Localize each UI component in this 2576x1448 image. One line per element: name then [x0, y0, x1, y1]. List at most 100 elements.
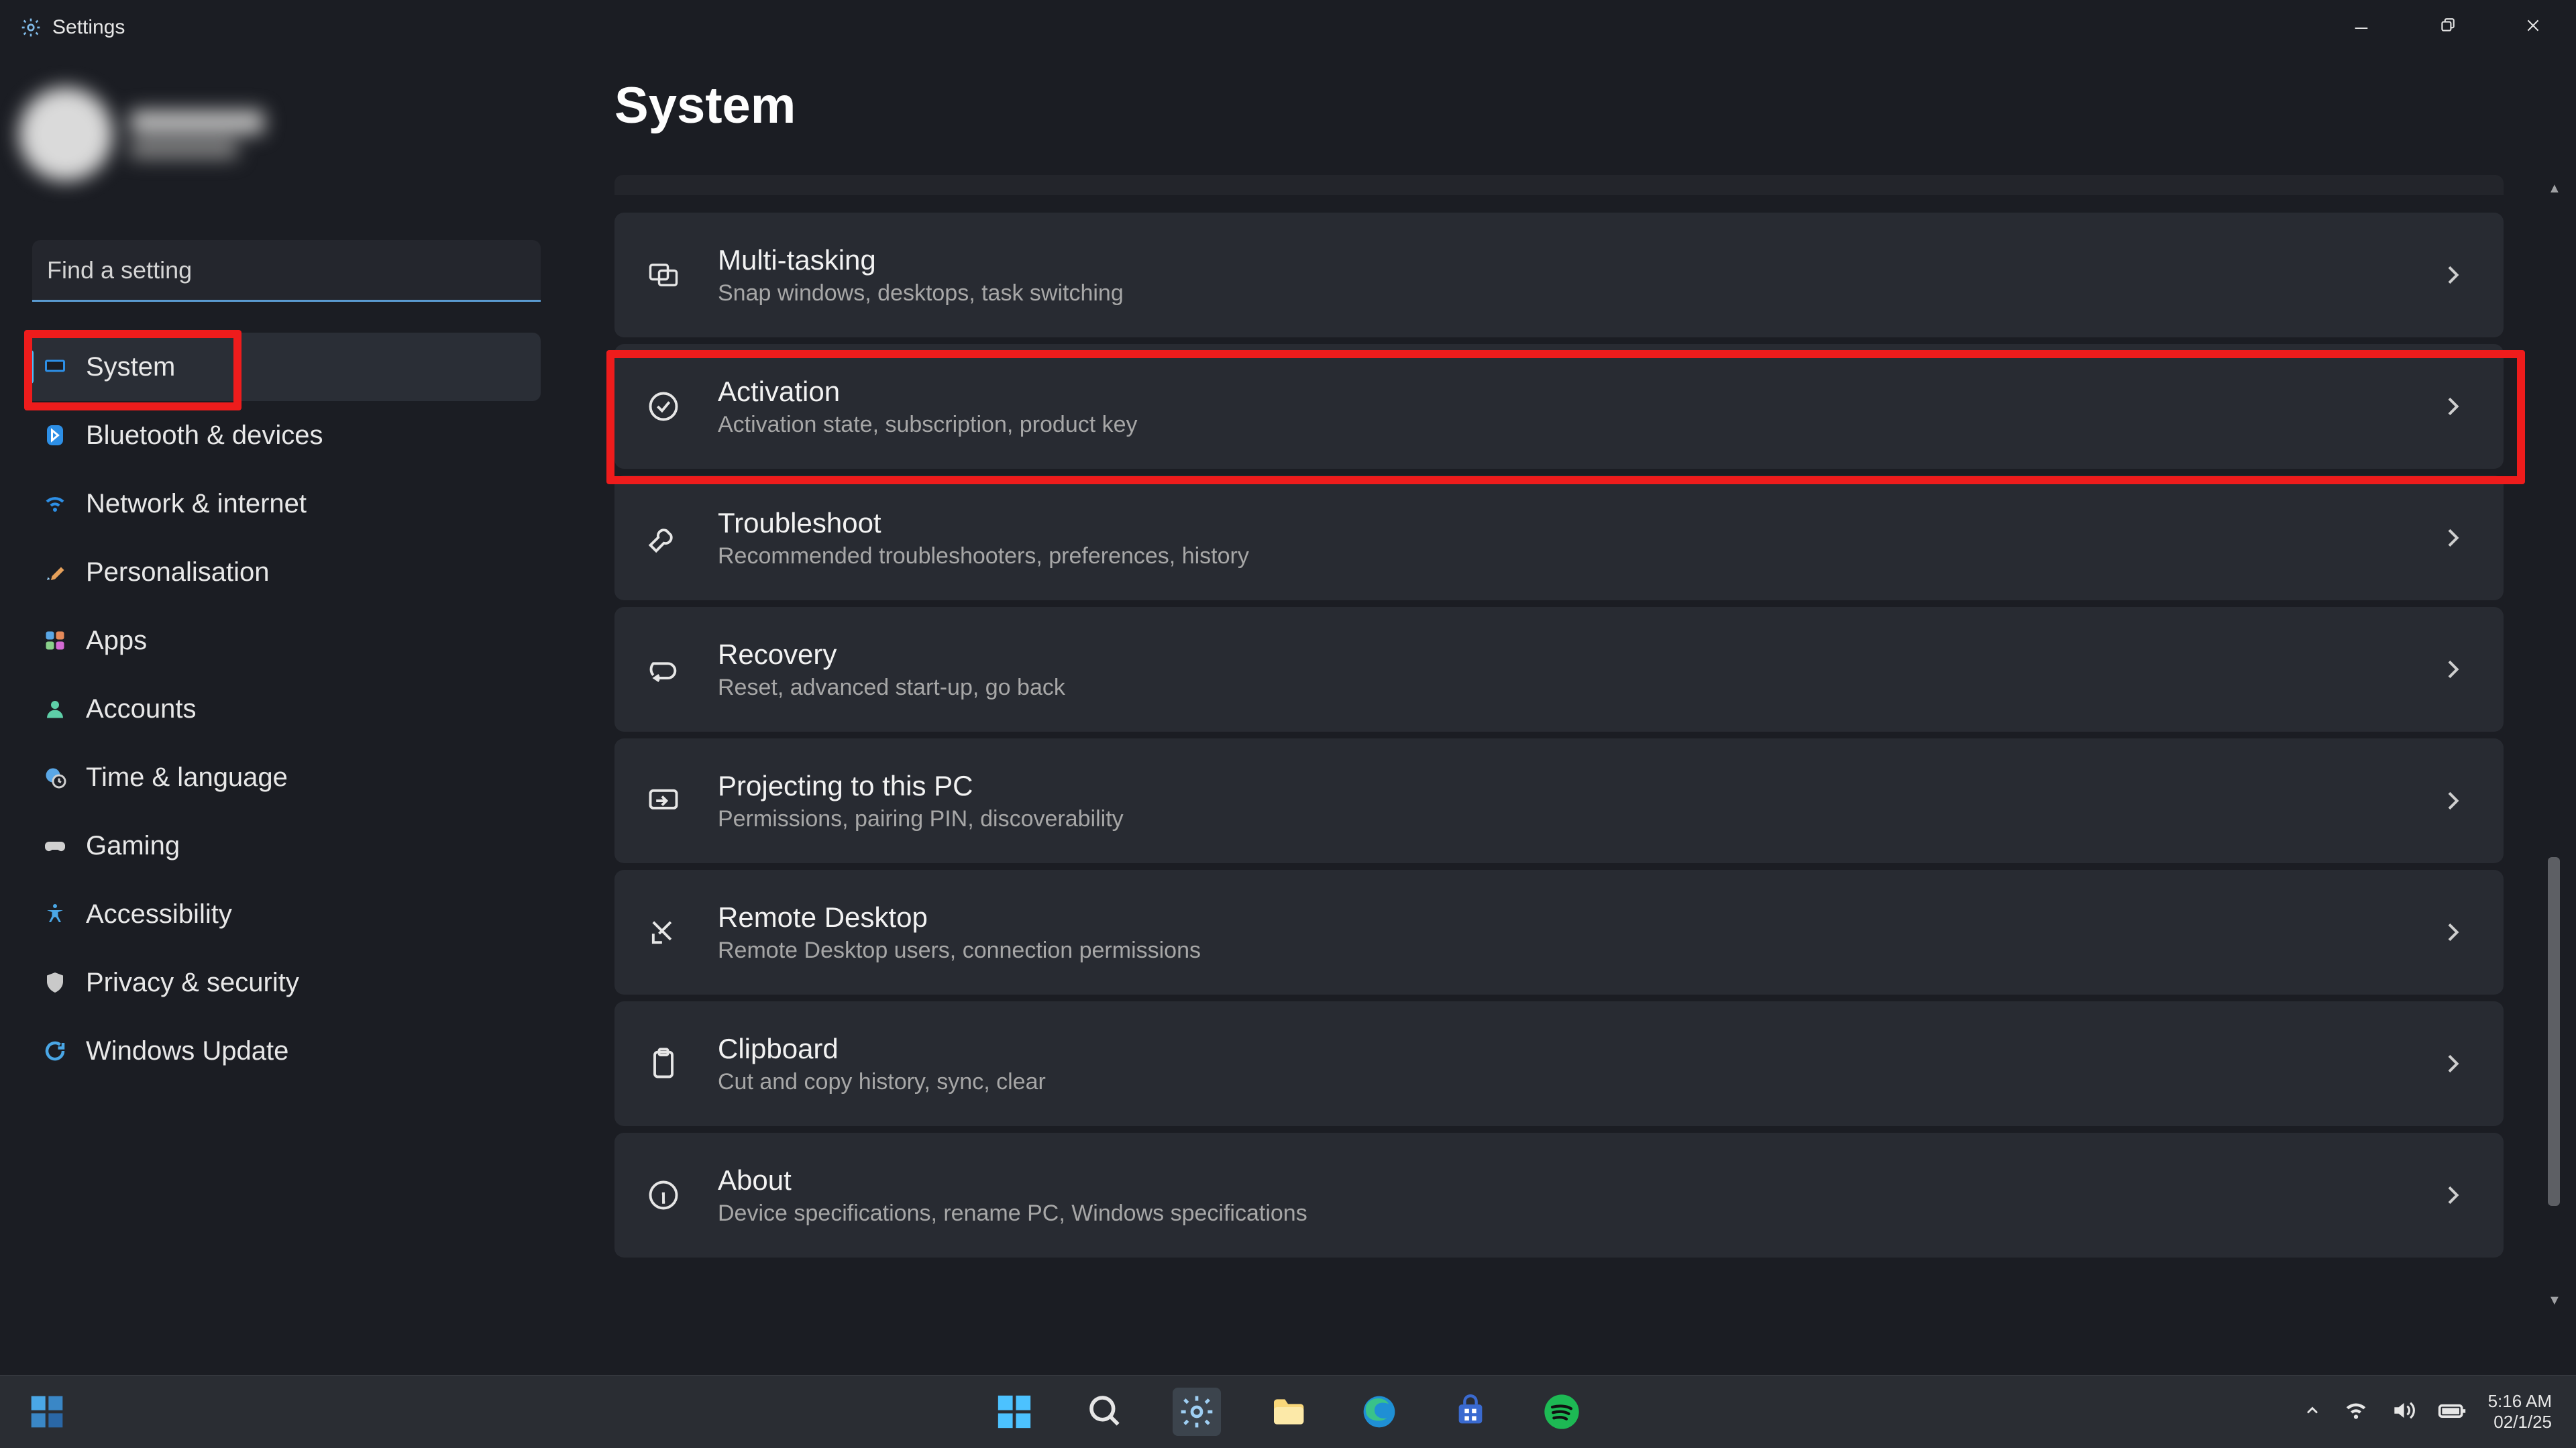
row-subtitle: Recommended troubleshooters, preferences… [718, 543, 2403, 569]
remote-desktop-icon [645, 914, 682, 950]
settings-app-icon [20, 17, 42, 38]
row-text: Recovery Reset, advanced start-up, go ba… [718, 638, 2403, 701]
wifi-icon [43, 492, 67, 516]
row-title: Recovery [718, 638, 2403, 671]
sidebar-item-windows-update[interactable]: Windows Update [25, 1017, 541, 1085]
row-text: Multi-tasking Snap windows, desktops, ta… [718, 244, 2403, 307]
sidebar-item-label: Bluetooth & devices [86, 421, 323, 451]
user-account-block[interactable] [19, 74, 368, 194]
spotify-icon[interactable] [1538, 1388, 1586, 1436]
sidebar-item-apps[interactable]: Apps [25, 606, 541, 675]
file-explorer-icon[interactable] [1264, 1388, 1312, 1436]
minimize-icon: ─ [2355, 17, 2367, 38]
title-left: Settings [0, 16, 125, 39]
check-circle-icon [645, 388, 682, 425]
shield-icon [43, 970, 67, 995]
user-text [130, 110, 264, 158]
project-icon [645, 783, 682, 819]
settings-row-troubleshoot[interactable]: Troubleshoot Recommended troubleshooters… [614, 476, 2504, 600]
sidebar-item-privacy[interactable]: Privacy & security [25, 948, 541, 1017]
close-button[interactable] [2490, 0, 2576, 55]
edge-browser-icon[interactable] [1355, 1388, 1403, 1436]
accessibility-icon [43, 902, 67, 926]
sidebar-item-system[interactable]: System [25, 333, 541, 401]
chevron-right-icon [2439, 393, 2466, 420]
settings-list: Multi-tasking Snap windows, desktops, ta… [614, 213, 2504, 1258]
sidebar-item-label: System [86, 352, 175, 382]
scroll-down-icon[interactable]: ▼ [2548, 1293, 2560, 1308]
clipboard-icon [645, 1046, 682, 1082]
row-text: Clipboard Cut and copy history, sync, cl… [718, 1033, 2403, 1095]
sidebar-item-personalisation[interactable]: Personalisation [25, 538, 541, 606]
settings-row-clipboard[interactable]: Clipboard Cut and copy history, sync, cl… [614, 1001, 2504, 1126]
row-text: Remote Desktop Remote Desktop users, con… [718, 901, 2403, 964]
sidebar-item-network[interactable]: Network & internet [25, 469, 541, 538]
search-box[interactable] [32, 240, 541, 302]
system-tray: 5:16 AM 02/1/25 [2303, 1391, 2576, 1433]
sidebar-item-label: Accounts [86, 694, 197, 724]
chevron-right-icon [2439, 1050, 2466, 1077]
row-subtitle: Reset, advanced start-up, go back [718, 675, 2403, 701]
row-subtitle: Cut and copy history, sync, clear [718, 1069, 2403, 1095]
sidebar-item-gaming[interactable]: Gaming [25, 812, 541, 880]
row-subtitle: Device specifications, rename PC, Window… [718, 1201, 2403, 1227]
scrollbar[interactable]: ▲ ▼ [2548, 181, 2560, 1308]
chevron-right-icon [2439, 787, 2466, 814]
windows-start-icon[interactable] [990, 1388, 1038, 1436]
monitor-icon [43, 355, 67, 379]
maximize-button[interactable] [2404, 0, 2490, 55]
restore-icon [2438, 17, 2456, 39]
user-name [130, 110, 264, 134]
volume-tray-icon[interactable] [2390, 1398, 2416, 1427]
widgets-button[interactable] [28, 1393, 66, 1431]
settings-row-multitasking[interactable]: Multi-tasking Snap windows, desktops, ta… [614, 213, 2504, 337]
microsoft-store-icon[interactable] [1446, 1388, 1495, 1436]
wrench-icon [645, 520, 682, 556]
clock-time: 5:16 AM [2488, 1391, 2552, 1412]
sidebar-item-bluetooth[interactable]: Bluetooth & devices [25, 401, 541, 469]
settings-row-projecting[interactable]: Projecting to this PC Permissions, pairi… [614, 738, 2504, 863]
settings-row-recovery[interactable]: Recovery Reset, advanced start-up, go ba… [614, 607, 2504, 732]
row-title: Multi-tasking [718, 244, 2403, 276]
recovery-icon [645, 651, 682, 687]
wifi-tray-icon[interactable] [2343, 1398, 2369, 1427]
scroll-up-icon[interactable]: ▲ [2548, 181, 2560, 196]
title-bar: Settings ─ [0, 0, 2576, 55]
sidebar-item-accounts[interactable]: Accounts [25, 675, 541, 743]
gamepad-icon [43, 834, 67, 858]
chevron-right-icon [2439, 656, 2466, 683]
clock-date: 02/1/25 [2488, 1412, 2552, 1433]
user-email [130, 141, 237, 158]
settings-row-remote-desktop[interactable]: Remote Desktop Remote Desktop users, con… [614, 870, 2504, 995]
person-icon [43, 697, 67, 721]
row-subtitle: Permissions, pairing PIN, discoverabilit… [718, 806, 2403, 832]
search-icon[interactable] [1081, 1388, 1130, 1436]
tray-expand-icon[interactable] [2303, 1401, 2322, 1423]
window-controls: ─ [2318, 0, 2576, 55]
search-input[interactable] [47, 256, 526, 284]
chevron-right-icon [2439, 524, 2466, 551]
chevron-right-icon [2439, 262, 2466, 288]
settings-row-activation[interactable]: Activation Activation state, subscriptio… [614, 344, 2504, 469]
windows-duo-icon [645, 257, 682, 293]
row-text: Projecting to this PC Permissions, pairi… [718, 770, 2403, 832]
minimize-button[interactable]: ─ [2318, 0, 2404, 55]
sidebar-item-label: Privacy & security [86, 968, 299, 998]
scrollbar-thumb[interactable] [2548, 857, 2560, 1206]
globe-clock-icon [43, 765, 67, 789]
close-icon [2524, 17, 2542, 39]
list-top-strip [614, 175, 2504, 195]
app-title: Settings [52, 16, 125, 39]
sidebar-item-accessibility[interactable]: Accessibility [25, 880, 541, 948]
row-text: About Device specifications, rename PC, … [718, 1164, 2403, 1227]
battery-tray-icon[interactable] [2437, 1396, 2467, 1429]
sidebar: System Bluetooth & devices Network & int… [25, 333, 541, 1085]
row-text: Activation Activation state, subscriptio… [718, 376, 2403, 438]
sidebar-item-time-language[interactable]: Time & language [25, 743, 541, 812]
row-title: About [718, 1164, 2403, 1196]
taskbar-clock[interactable]: 5:16 AM 02/1/25 [2488, 1391, 2552, 1433]
settings-window: Settings ─ System Bluetooth [0, 0, 2576, 1375]
settings-icon[interactable] [1173, 1388, 1221, 1436]
settings-row-about[interactable]: About Device specifications, rename PC, … [614, 1133, 2504, 1258]
row-subtitle: Activation state, subscription, product … [718, 412, 2403, 438]
